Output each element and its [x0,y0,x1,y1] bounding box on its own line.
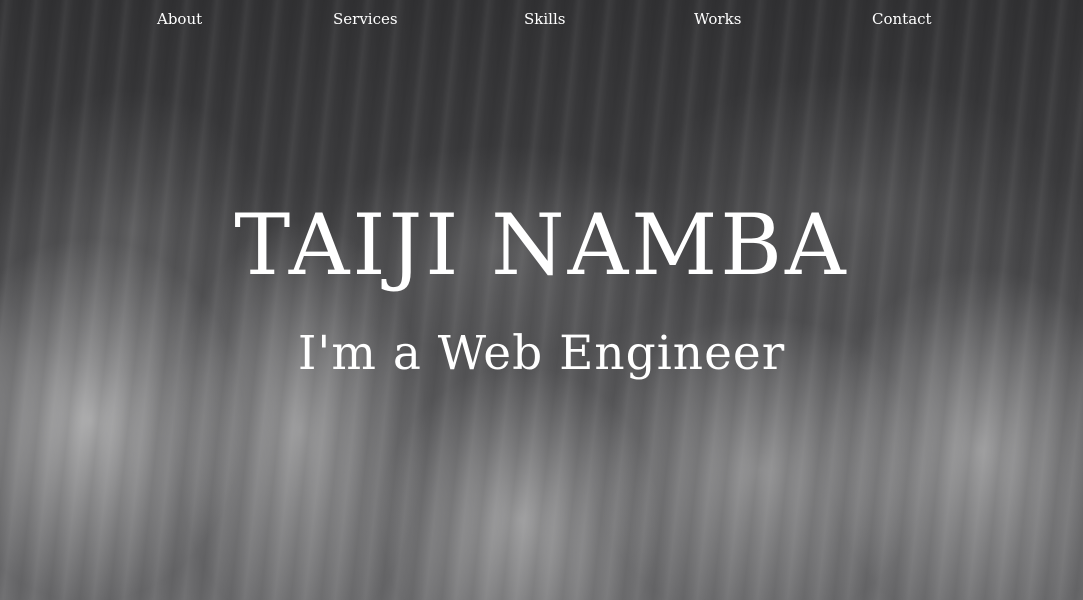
top-navigation: About Services Skills Works Contact [0,0,1083,38]
hero-subtitle: I'm a Web Engineer [297,326,786,381]
hero-section: About Services Skills Works Contact TAIJ… [0,0,1083,600]
background-waterfall-image [0,0,1083,600]
nav-link-about[interactable]: About [157,10,202,28]
nav-link-skills[interactable]: Skills [524,10,565,28]
hero-title: TAIJI NAMBA [234,196,849,294]
nav-link-contact[interactable]: Contact [872,10,932,28]
nav-link-services[interactable]: Services [333,10,398,28]
nav-link-works[interactable]: Works [694,10,741,28]
